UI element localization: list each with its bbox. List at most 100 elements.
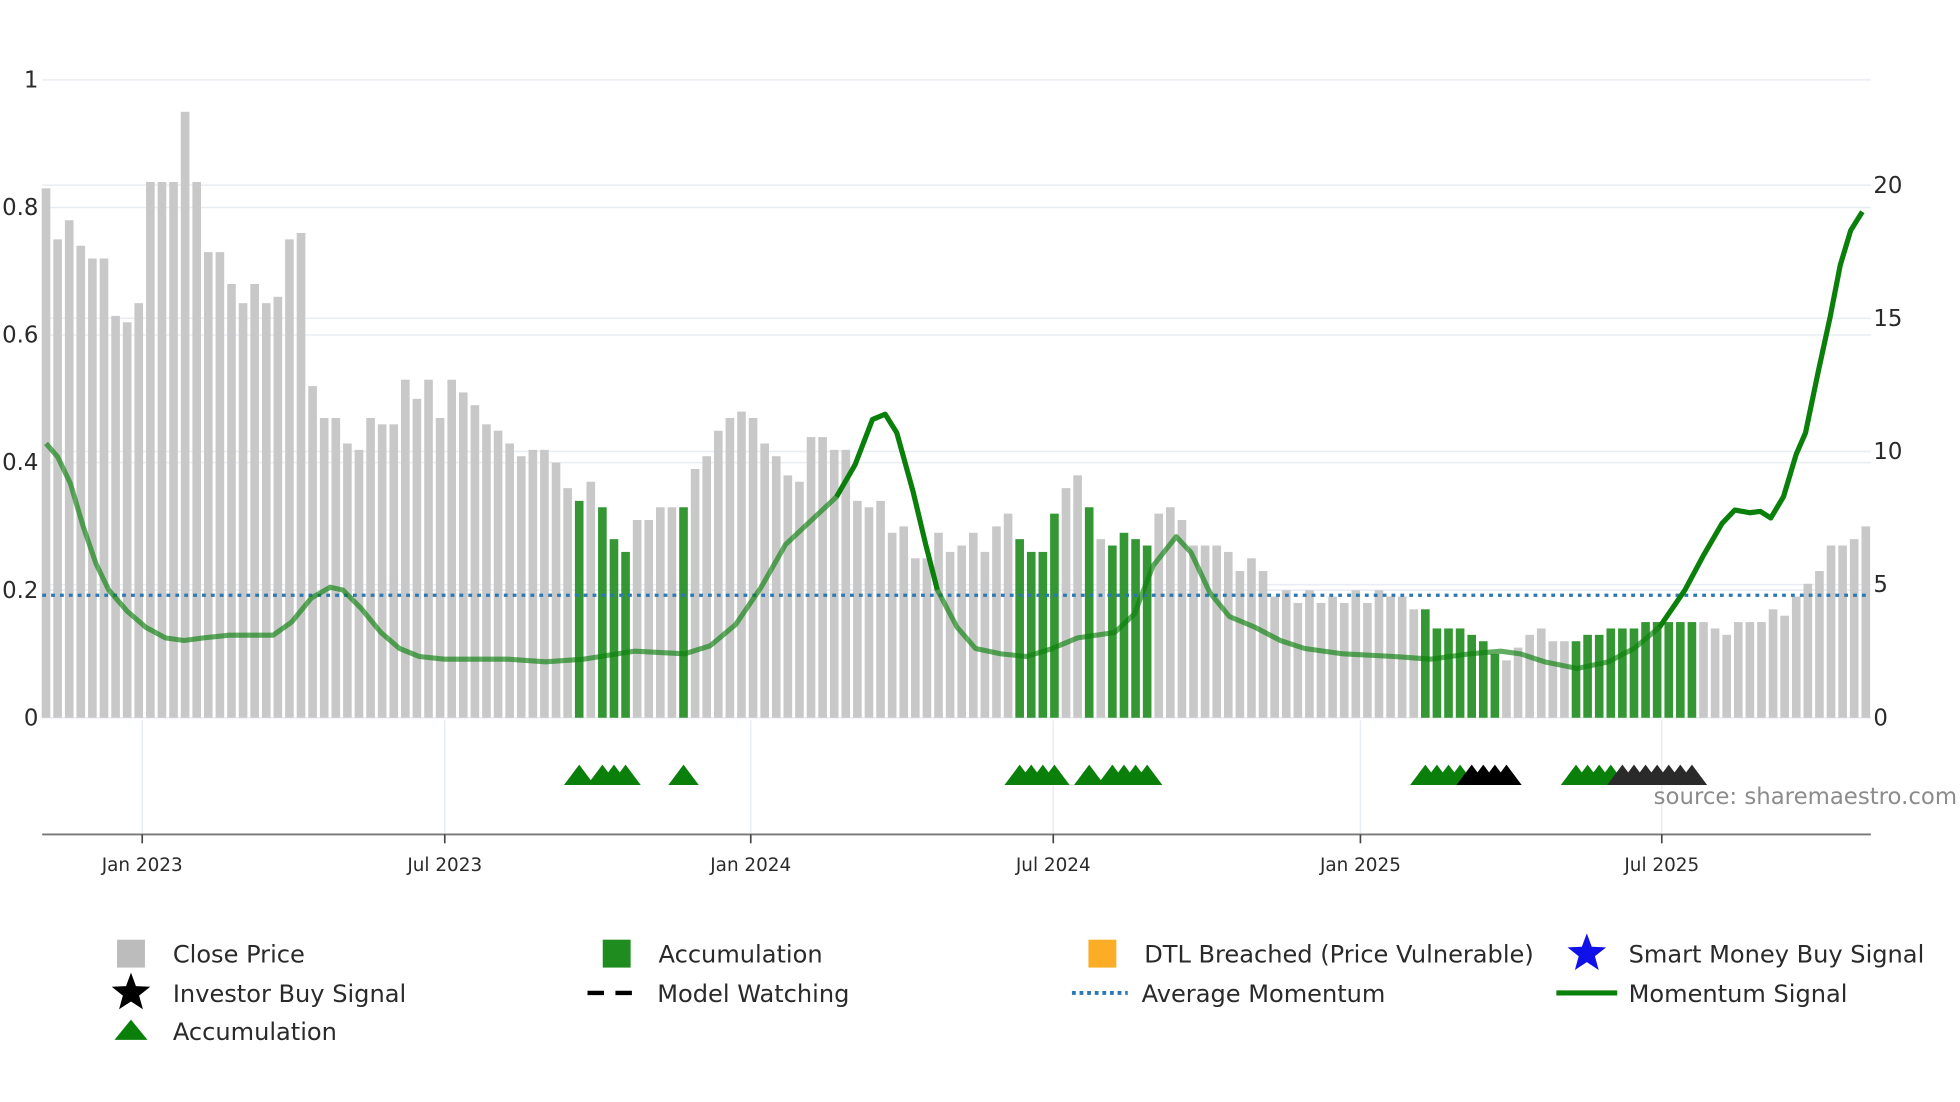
close-price-bar	[980, 551, 990, 718]
accumulation-bar	[1490, 653, 1500, 718]
close-price-bar	[911, 558, 920, 718]
accumulation-bar	[598, 507, 607, 718]
close-price-bar	[505, 443, 514, 718]
close-price-bar	[1409, 609, 1419, 718]
close-price-bar	[829, 449, 839, 718]
close-price-bar	[76, 245, 86, 718]
close-price-bar	[482, 424, 491, 718]
right-axis-tick-label: 5	[1873, 572, 1888, 598]
accumulation-bar	[1606, 628, 1616, 718]
close-price-bar	[1154, 513, 1164, 718]
close-price-bar	[1235, 571, 1245, 718]
accumulation-bar	[1444, 628, 1453, 718]
close-price-bar	[818, 437, 827, 718]
accumulation-bar	[1455, 628, 1465, 718]
close-price-bar	[551, 462, 561, 718]
accumulation-bar	[1084, 507, 1094, 718]
accumulation-bar	[1432, 628, 1442, 718]
close-price-bar	[1780, 615, 1789, 718]
accumulation-bar	[1026, 551, 1036, 718]
close-price-bar	[1710, 628, 1720, 718]
close-price-bar	[528, 449, 538, 718]
x-axis-tick-label: Jan 2025	[1319, 855, 1401, 876]
close-price-bar	[1189, 545, 1198, 718]
close-price-bar	[1339, 602, 1349, 718]
close-price-bar	[656, 507, 665, 718]
accumulation-bar	[574, 500, 584, 718]
close-price-bar	[795, 481, 804, 718]
legend-label: Smart Money Buy Signal	[1629, 941, 1925, 969]
accumulation-bar	[1131, 539, 1140, 718]
close-price-bar	[968, 532, 978, 718]
legend-item: Accumulation	[114, 1018, 337, 1046]
close-price-bar	[424, 379, 433, 718]
close-price-bar	[331, 417, 341, 718]
right-axis-tick-label: 10	[1873, 439, 1902, 465]
close-price-bar	[261, 303, 271, 718]
close-price-bar	[737, 411, 746, 718]
right-axis-tick-label: 0	[1873, 705, 1888, 731]
left-axis-tick-label: 0	[24, 705, 39, 731]
legend-square-icon	[1088, 939, 1117, 968]
legend-triangle-icon	[114, 1019, 148, 1040]
close-price-bar	[1061, 488, 1071, 718]
close-price-bar	[1305, 590, 1314, 718]
close-price-bar	[1768, 609, 1778, 718]
close-price-bar	[1525, 634, 1534, 718]
close-price-bar	[806, 437, 816, 718]
accumulation-bar	[1652, 622, 1662, 718]
close-price-bar	[1803, 583, 1813, 718]
close-price-bar	[853, 500, 862, 718]
close-price-bar	[354, 449, 364, 718]
close-price-bar	[401, 379, 410, 718]
close-price-bar	[1316, 602, 1326, 718]
close-price-bar	[586, 481, 596, 718]
close-price-bar	[1502, 660, 1511, 718]
left-axis-tick-label: 0.4	[2, 450, 38, 476]
close-price-bar	[1815, 571, 1824, 718]
close-price-bar	[377, 424, 387, 718]
close-price-bar	[1757, 622, 1766, 718]
close-price-bar	[1328, 596, 1337, 718]
close-price-bar	[934, 532, 943, 718]
close-price-bar	[899, 526, 909, 718]
close-price-bar	[922, 558, 932, 718]
x-axis-tick-label: Jul 2023	[406, 855, 482, 876]
close-price-bar	[146, 181, 155, 718]
close-price-bar	[99, 258, 109, 718]
close-price-bar	[1699, 622, 1708, 718]
x-axis-tick-label: Jan 2023	[101, 855, 183, 876]
legend-item: Close Price	[117, 939, 305, 969]
legend-item: Average Momentum	[1071, 980, 1385, 1008]
accumulation-bar	[1421, 609, 1430, 718]
legend-label: Model Watching	[657, 980, 849, 1008]
close-price-bar	[1513, 647, 1523, 718]
close-price-bar	[771, 456, 781, 718]
close-price-bar	[203, 252, 213, 718]
accumulation-bar	[1571, 641, 1581, 718]
right-axis-tick-label: 15	[1873, 306, 1902, 332]
accumulation-bar	[1664, 622, 1674, 718]
close-price-bar	[470, 405, 480, 718]
legend-item: Model Watching	[587, 980, 849, 1008]
close-price-bar	[111, 315, 120, 718]
close-price-bar	[412, 398, 422, 718]
accumulation-bar	[1629, 628, 1639, 718]
close-price-bar	[296, 232, 306, 718]
momentum-chart: 00.20.40.60.8105101520Jan 2023 Jul 2023 Ja…	[2, 68, 1957, 1046]
close-price-bar	[713, 430, 723, 718]
close-price-bar	[1096, 539, 1106, 718]
close-price-bar	[238, 303, 248, 718]
accumulation-bar	[1676, 622, 1685, 718]
legend-label: Accumulation	[659, 941, 823, 969]
close-price-bar	[285, 239, 294, 718]
close-price-bar	[1745, 622, 1755, 718]
legend-label: DTL Breached (Price Vulnerable)	[1144, 941, 1534, 969]
source-label: source: sharemaestro.com	[1654, 784, 1957, 810]
close-price-bar	[864, 507, 874, 718]
legend-item: Momentum Signal	[1556, 980, 1847, 1008]
close-price-bar	[1536, 628, 1546, 718]
close-price-bar	[1247, 558, 1256, 718]
close-price-bar	[88, 258, 97, 718]
legend-item: Smart Money Buy Signal	[1629, 941, 1925, 969]
